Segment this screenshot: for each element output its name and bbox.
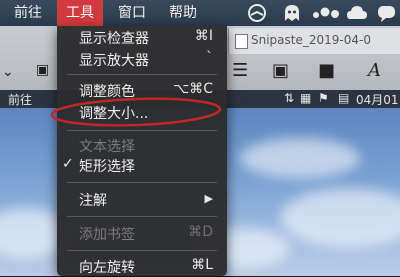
menu-item-annotate[interactable]: 注解 ▶ [57, 188, 227, 210]
border-color-icon[interactable]: ▣ [272, 60, 289, 81]
fill-color-icon[interactable]: ■ [318, 60, 335, 81]
menu-item-show-inspector[interactable]: 显示检查器 ⌘I [57, 26, 227, 48]
menu-item-text-selection: 文本选择 [57, 134, 227, 156]
menu-tools[interactable]: 工具 [57, 0, 103, 26]
shortcut-label: ⌘L [191, 257, 213, 273]
menu-item-label: 向左旋转 [79, 260, 135, 276]
chevron-down-icon[interactable]: ⌄ [2, 64, 14, 80]
menu-separator [67, 250, 217, 251]
menu-item-label: 调整大小... [79, 106, 149, 122]
menu-bar: 前往 工具 窗口 帮助 [0, 0, 400, 26]
tools-dropdown-menu: 显示检查器 ⌘I 显示放大器 ` 调整颜色 ⌥⌘C 调整大小... 文本选择 ✓… [57, 26, 227, 276]
submenu-arrow-icon: ▶ [204, 192, 213, 205]
menu-separator [67, 216, 217, 217]
menu-item-label: 调整颜色 [79, 84, 135, 100]
menu-separator [67, 130, 217, 131]
flag-icon[interactable]: ⚑ [318, 91, 329, 105]
calendar-icon[interactable]: ▤ [338, 91, 349, 105]
menu-item-add-bookmark: 添加书签 ⌘D [57, 222, 227, 244]
shortcut-label: ⌘I [194, 28, 213, 44]
menu-item-label: 显示检查器 [79, 31, 149, 47]
menu-go[interactable]: 前往 [6, 0, 50, 26]
tool-box-icon[interactable]: ▣ [36, 62, 49, 78]
sort-icon[interactable]: ⇅ [284, 91, 294, 105]
go-label: 前往 [8, 93, 33, 107]
speedometer-icon[interactable] [246, 3, 268, 23]
text-style-icon[interactable]: A [368, 60, 381, 81]
menu-item-label: 文本选择 [79, 139, 135, 155]
dots-icon[interactable] [311, 3, 341, 23]
cloud-icon[interactable] [346, 3, 368, 23]
document-tab-title: Snipaste_2019-04-0 [251, 33, 371, 47]
menu-item-rotate-left[interactable]: 向左旋转 ⌘L [57, 255, 227, 277]
menu-item-show-magnifier[interactable]: 显示放大器 ` [57, 48, 227, 70]
menu-item-label: 注解 [79, 193, 107, 209]
menu-window[interactable]: 窗口 [110, 0, 154, 26]
grid-icon[interactable]: ▦ [300, 91, 311, 105]
menu-separator [67, 182, 217, 183]
menu-item-rectangle-selection[interactable]: ✓ 矩形选择 [57, 154, 227, 176]
menu-item-adjust-size[interactable]: 调整大小... [57, 101, 227, 123]
line-style-icon[interactable]: ☰ [232, 60, 248, 81]
shortcut-label: ` [206, 50, 213, 66]
ghost-icon[interactable] [281, 3, 303, 23]
date-label: 04月01 [356, 93, 399, 107]
checkmark-icon: ✓ [62, 156, 74, 172]
menu-item-label: 添加书签 [79, 227, 135, 243]
menu-item-label: 显示放大器 [79, 53, 149, 69]
menu-help[interactable]: 帮助 [160, 0, 206, 26]
menu-item-adjust-color[interactable]: 调整颜色 ⌥⌘C [57, 79, 227, 101]
document-icon [235, 34, 248, 49]
document-tab[interactable]: Snipaste_2019-04-0 [228, 28, 400, 54]
shortcut-label: ⌥⌘C [173, 81, 213, 97]
bubble-icon[interactable] [376, 3, 398, 23]
shortcut-label: ⌘D [188, 224, 213, 240]
menu-item-label: 矩形选择 [79, 159, 135, 175]
menu-separator [67, 74, 217, 75]
